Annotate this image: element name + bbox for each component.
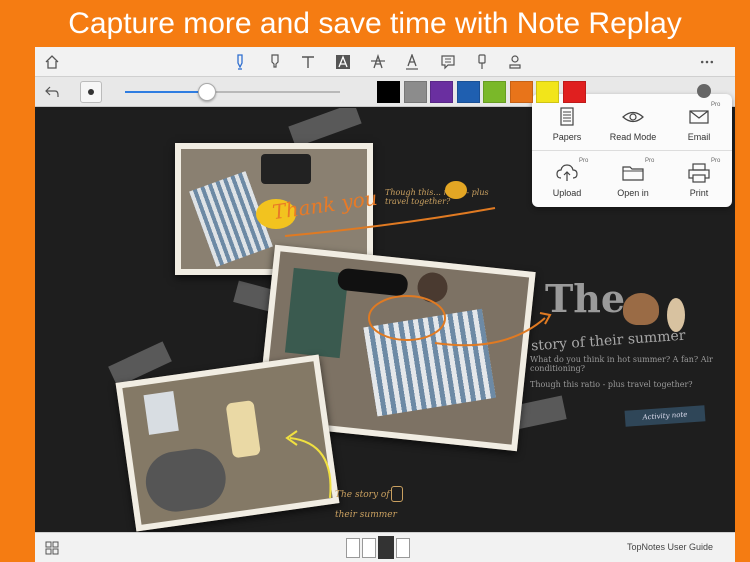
stroke-size-button[interactable]	[80, 81, 102, 103]
activity-tag-label: Activity note	[642, 410, 688, 422]
share-popover: Papers Read Mode Email Pro Upload Pro Open in P…	[532, 94, 732, 207]
color-swatch[interactable]	[509, 81, 533, 103]
big-title: The	[545, 276, 626, 321]
envelope-icon	[687, 106, 711, 128]
menu-item-email[interactable]: Email Pro	[666, 96, 732, 152]
color-swatch[interactable]	[456, 81, 480, 103]
color-swatch[interactable]	[483, 81, 506, 103]
menu-item-print[interactable]: Print Pro	[666, 152, 732, 208]
stroke-slider-knob[interactable]	[197, 83, 216, 101]
grid-icon[interactable]	[43, 539, 61, 557]
yellow-arrow-stroke	[289, 437, 332, 499]
page-thumbnail-current[interactable]	[378, 536, 394, 559]
headline: Capture more and save time with Note Rep…	[68, 6, 682, 40]
guide-label: TopNotes User Guide	[626, 542, 713, 552]
pro-badge: Pro	[645, 158, 655, 164]
shell-icon	[623, 293, 659, 325]
stroke-dot-icon	[88, 89, 94, 95]
more-icon[interactable]	[695, 53, 719, 71]
circle-annotation	[368, 295, 446, 341]
marker-icon[interactable]	[266, 53, 284, 71]
color-swatch[interactable]	[562, 81, 586, 103]
menu-item-label: Email	[687, 132, 711, 142]
bottom-note-1: The story of	[335, 490, 390, 500]
stamp-icon[interactable]	[506, 53, 524, 71]
color-swatch[interactable]	[536, 81, 559, 103]
underline-stroke	[284, 207, 496, 237]
bottom-note-2: their summer	[335, 510, 397, 520]
pro-badge: Pro	[579, 158, 589, 164]
menu-item-read-mode[interactable]: Read Mode	[600, 96, 666, 152]
undo-icon[interactable]	[43, 83, 61, 101]
home-icon[interactable]	[43, 53, 61, 71]
pro-badge: Pro	[711, 102, 721, 108]
stroke-slider[interactable]	[125, 83, 340, 101]
color-swatch[interactable]	[430, 81, 453, 103]
folder-icon	[621, 162, 645, 184]
cloud-upload-icon	[555, 162, 579, 184]
eye-icon	[621, 106, 645, 128]
pro-badge: Pro	[711, 158, 721, 164]
page-thumbnail[interactable]	[346, 538, 360, 558]
page-thumbnail[interactable]	[362, 538, 376, 558]
menu-item-label: Upload	[552, 188, 582, 198]
color-swatch[interactable]	[403, 81, 427, 103]
underline-icon[interactable]	[403, 53, 421, 71]
page-thumbnail[interactable]	[396, 538, 410, 558]
stroke-slider-fill	[125, 91, 207, 93]
printer-icon	[687, 162, 711, 184]
comment-icon[interactable]	[439, 53, 457, 71]
done-check-icon[interactable]	[697, 84, 711, 98]
papers-icon	[555, 106, 579, 128]
pin-icon[interactable]	[473, 53, 491, 71]
pen-icon[interactable]	[231, 53, 249, 71]
menu-item-label: Papers	[552, 132, 582, 142]
menu-item-label: Print	[689, 188, 709, 198]
jar-doodle-icon	[391, 486, 403, 502]
color-swatch[interactable]	[377, 81, 400, 103]
menu-item-label: Open in	[617, 188, 649, 198]
note-line-1: What do you think in hot summer? A fan? …	[530, 355, 713, 373]
app-window: Thank you Though this... retro - plus tr…	[35, 47, 735, 562]
strikethrough-icon[interactable]	[369, 53, 387, 71]
main-toolbar	[35, 47, 735, 77]
text-icon[interactable]	[299, 53, 317, 71]
highlight-text-icon[interactable]	[334, 53, 352, 71]
menu-item-label: Read Mode	[609, 132, 657, 142]
menu-item-upload[interactable]: Upload Pro	[534, 152, 600, 208]
menu-item-papers[interactable]: Papers	[534, 96, 600, 152]
arrow-stroke	[434, 317, 546, 347]
bottom-bar: TopNotes User Guide	[35, 532, 735, 562]
note-line-2: Though this ratio - plus travel together…	[530, 380, 693, 389]
page-thumbnails[interactable]	[346, 536, 410, 559]
menu-item-open-in[interactable]: Open in Pro	[600, 152, 666, 208]
